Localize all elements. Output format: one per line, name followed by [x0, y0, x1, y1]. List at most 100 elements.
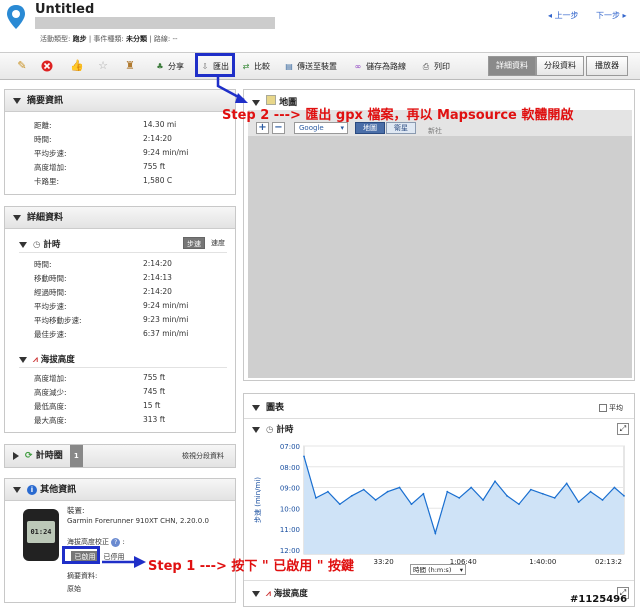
timing-value: 9:24 min/mi: [143, 301, 189, 310]
send-to-device-button[interactable]: ▤ 傳送至裝置: [283, 60, 337, 74]
data-point: [623, 494, 625, 497]
collapse-triangle-icon: [13, 486, 21, 493]
other-info-header[interactable]: i 其他資訊: [5, 479, 235, 501]
chart-header[interactable]: 圖表: [252, 400, 284, 413]
tab-player[interactable]: 播放器: [586, 56, 628, 76]
y-axis-label: 步速 (min/mi): [254, 477, 262, 523]
map-provider-select[interactable]: Google ▾: [294, 122, 348, 134]
data-point: [601, 499, 604, 501]
like-icon[interactable]: 👍: [70, 60, 84, 72]
data-point: [482, 499, 485, 501]
compare-button[interactable]: ⇄ 比較: [240, 60, 270, 74]
edit-icon[interactable]: ✎: [16, 60, 28, 72]
data-point: [374, 499, 377, 501]
data-point: [613, 486, 616, 489]
tab-details[interactable]: 詳細資料: [488, 56, 536, 76]
next-link[interactable]: 下一步 ▸: [596, 10, 627, 21]
data-point: [458, 497, 461, 499]
pace-toggle-button[interactable]: 步速: [183, 237, 205, 249]
x-tick-label: 1:40:00: [529, 558, 556, 566]
satellite-view-button[interactable]: 衛星: [386, 122, 416, 134]
data-point: [553, 497, 556, 499]
elevation-icon: ⩘: [33, 355, 38, 365]
data-point: [541, 492, 544, 495]
elevation-value: 15 ft: [143, 401, 161, 410]
divider: [244, 418, 634, 419]
chart-timing-subheader[interactable]: ◷ 計時: [252, 423, 293, 435]
data-point: [518, 503, 520, 506]
divider: [19, 252, 227, 253]
divider: [19, 367, 227, 368]
x-tick-label: 33:20: [374, 558, 394, 566]
laps-header[interactable]: ⟳ 計時圈 1: [13, 445, 83, 467]
chart-elevation-subheader[interactable]: ⩘ 海拔高度: [252, 587, 308, 599]
data-point: [410, 503, 413, 506]
data-point: [386, 490, 389, 493]
activity-header: Untitled 活動類型: 跑步 | 事件種類: 未分類 | 路線: -- ◂…: [0, 0, 640, 52]
summary-header[interactable]: 摘要資訊: [5, 90, 235, 112]
average-checkbox-label[interactable]: 平均: [599, 403, 623, 413]
prev-link[interactable]: ◂ 上一步: [548, 10, 579, 21]
elevation-value: 745 ft: [143, 387, 166, 396]
map-view-button[interactable]: 地圖: [355, 122, 385, 134]
timing-value: 2:14:13: [143, 273, 172, 282]
activity-title[interactable]: Untitled: [35, 2, 94, 17]
summary-value: 1,580 C: [143, 176, 173, 185]
y-tick-label: 09:00: [280, 485, 300, 493]
data-point: [434, 532, 437, 535]
details-panel: 詳細資料 ◷ 計時 步速 速度 時間: 2:14:20 移動時間: 2:14:1…: [4, 206, 236, 433]
elevation-label: 高度減少:: [34, 388, 67, 397]
summary-label: 距離:: [34, 121, 52, 130]
view-splits-link[interactable]: 檢視分段資料: [182, 451, 224, 461]
enabled-highlight-box: [62, 546, 100, 564]
x-axis-select[interactable]: 時間 (h:m:s) ▾: [410, 564, 466, 575]
laps-icon: ⟳: [25, 451, 33, 461]
zoom-out-button[interactable]: −: [272, 122, 285, 134]
y-tick-label: 10:00: [280, 505, 300, 513]
delete-icon[interactable]: [41, 60, 53, 72]
map-place-label: 新社: [428, 127, 442, 135]
chart-panel: 圖表 平均 ◷ 計時 ⤢ 07:00 08:00 09:00 10:00 11:00 12…: [243, 393, 635, 607]
data-point: [422, 492, 425, 495]
help-icon[interactable]: ?: [111, 538, 121, 547]
laps-panel[interactable]: ⟳ 計時圈 1 檢視分段資料: [4, 444, 236, 468]
map-pin-icon: [7, 5, 25, 29]
data-point: [315, 497, 317, 499]
data-point: [577, 501, 580, 503]
expand-triangle-icon: [13, 451, 19, 460]
device-watch-image: 01:24: [23, 509, 59, 561]
summary-label: 時間:: [34, 135, 52, 144]
workout-icon[interactable]: ♜: [124, 60, 136, 72]
summary-value: 755 ft: [143, 162, 166, 171]
timing-subheader[interactable]: ◷ 計時: [19, 238, 60, 250]
map-canvas[interactable]: + − Google ▾ 地圖 衛星 新社: [248, 110, 632, 378]
details-header[interactable]: 詳細資料: [5, 207, 235, 229]
favorite-star-icon[interactable]: ☆: [97, 60, 109, 72]
save-as-course-button[interactable]: ∞ 儲存為路線: [352, 60, 406, 74]
watch-screen: 01:24: [27, 521, 55, 543]
summary-label: 卡路里:: [34, 177, 60, 186]
tab-splits[interactable]: 分段資料: [536, 56, 584, 76]
data-point: [303, 455, 305, 458]
collapse-triangle-icon: [252, 404, 260, 411]
share-button[interactable]: ♣ 分享: [154, 60, 184, 74]
speed-toggle-button[interactable]: 速度: [207, 237, 229, 249]
summary-panel: 摘要資訊 距離: 14.30 mi 時間: 2:14:20 平均步速: 9:24…: [4, 89, 236, 195]
timing-value: 9:23 min/mi: [143, 315, 189, 324]
timing-label: 平均移動步速:: [34, 316, 82, 325]
toolbar: ✎ 👍 ☆ ♜ ♣ 分享 ⇩ 匯出 ⇄ 比較 ▤ 傳送至裝置 ∞ 儲存為路線 ⎙ 列印 詳細…: [0, 52, 640, 80]
data-point: [338, 503, 341, 506]
print-button[interactable]: ⎙ 列印: [420, 60, 450, 74]
zoom-in-button[interactable]: +: [256, 122, 269, 134]
laps-count-badge: 1: [69, 445, 83, 467]
average-checkbox[interactable]: [599, 404, 607, 412]
elevation-subheader[interactable]: ⩘ 海拔高度: [19, 353, 75, 365]
timing-label: 最佳步速:: [34, 330, 67, 339]
watermark: #1125496: [570, 594, 628, 605]
data-point: [350, 494, 353, 497]
timing-label: 平均步速:: [34, 302, 67, 311]
activity-meta: 活動類型: 跑步 | 事件種類: 未分類 | 路線: --: [40, 35, 178, 43]
elevation-value: 755 ft: [143, 373, 166, 382]
expand-chart-icon[interactable]: ⤢: [617, 423, 629, 435]
summary-label: 高度增加:: [34, 163, 67, 172]
